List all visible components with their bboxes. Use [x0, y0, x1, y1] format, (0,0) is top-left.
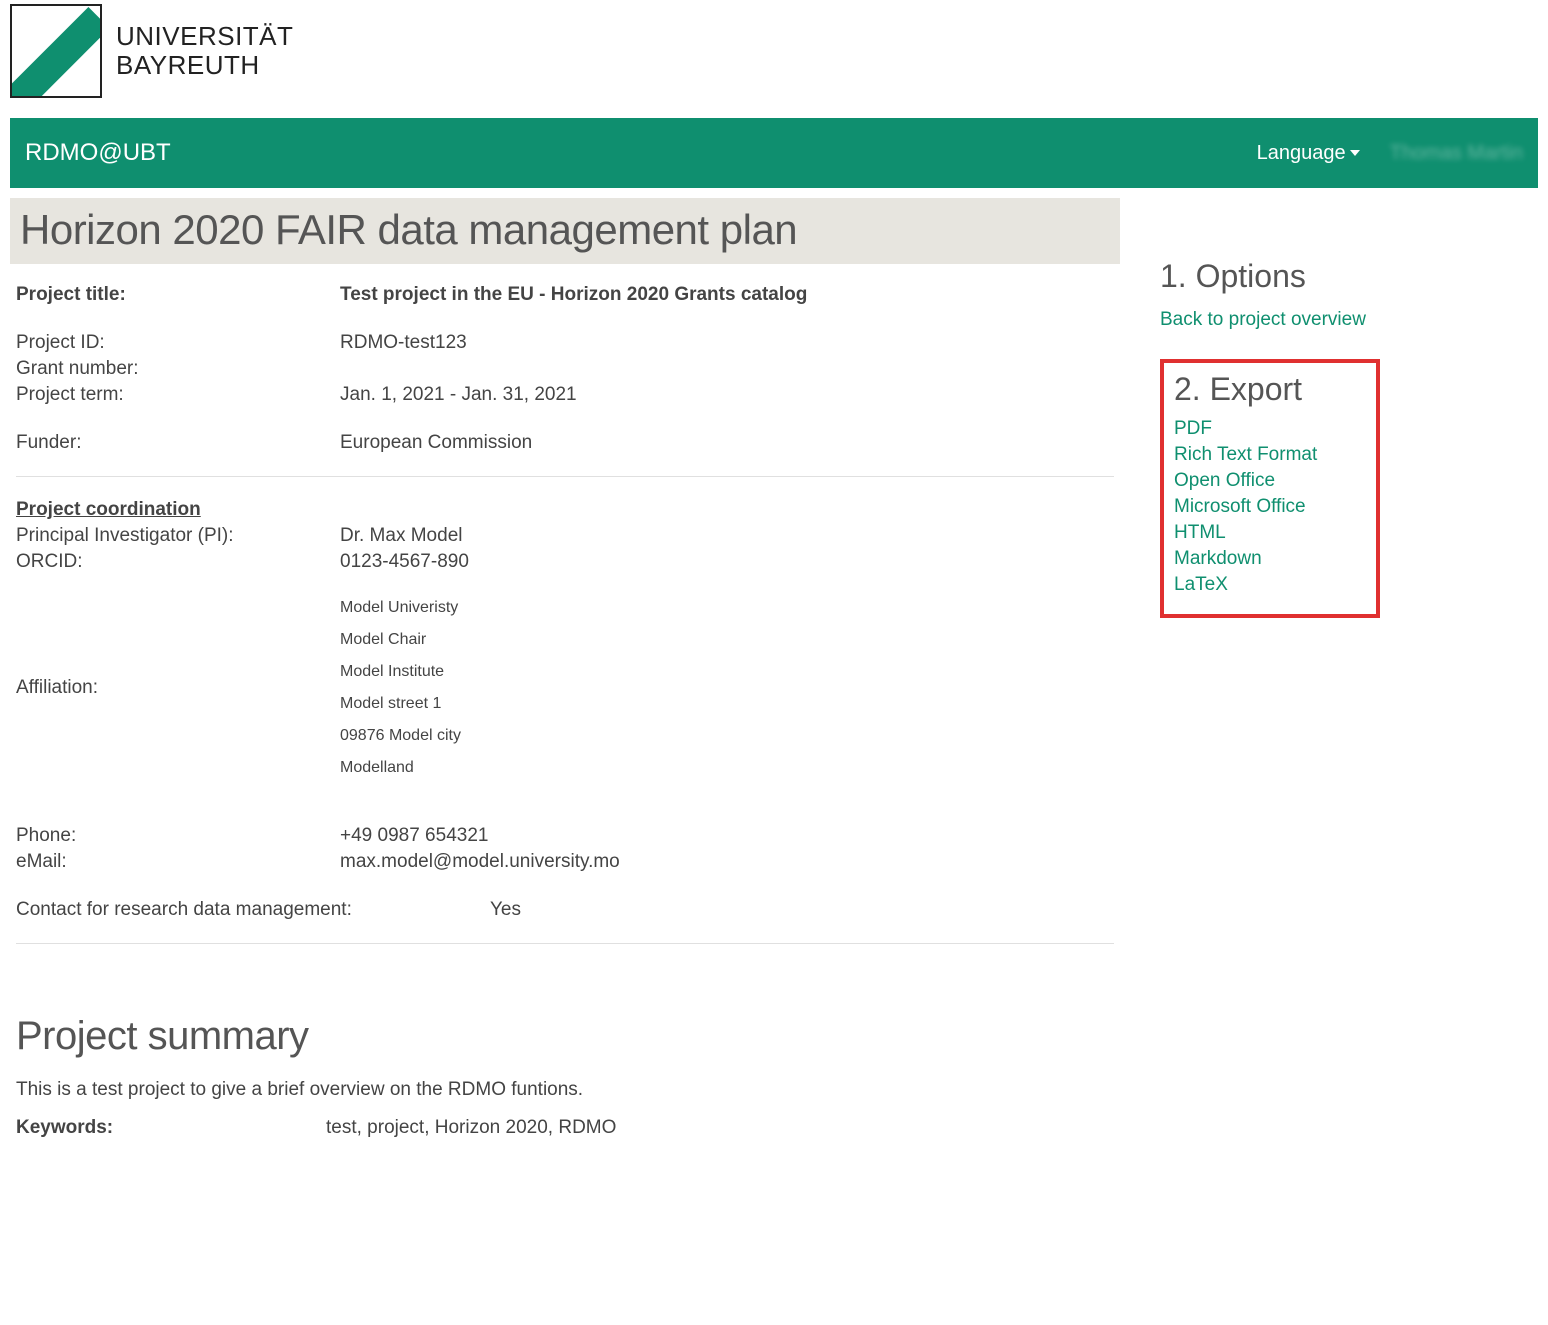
sidebar: 1. Options Back to project overview 2. E…	[1160, 198, 1500, 1139]
field-value: max.model@model.university.mo	[340, 851, 620, 873]
sidebar-export-heading: 2. Export	[1174, 371, 1366, 408]
field-value: Test project in the EU - Horizon 2020 Gr…	[340, 284, 807, 306]
language-label: Language	[1257, 142, 1346, 165]
divider	[16, 943, 1114, 944]
export-box: 2. Export PDF Rich Text Format Open Offi…	[1160, 359, 1380, 618]
field-label: Contact for research data management:	[10, 899, 490, 921]
field-value: 09876 Model city	[340, 727, 461, 745]
divider	[16, 476, 1114, 477]
field-value: European Commission	[340, 432, 532, 454]
summary-heading: Project summary	[16, 1014, 1120, 1059]
export-link-openoffice[interactable]: Open Office	[1174, 470, 1366, 492]
export-link-latex[interactable]: LaTeX	[1174, 574, 1366, 596]
page-title: Horizon 2020 FAIR data management plan	[10, 198, 1120, 264]
field-value: Model Institute	[340, 663, 461, 681]
field-label: eMail:	[10, 851, 340, 873]
field-value: Jan. 1, 2021 - Jan. 31, 2021	[340, 384, 577, 406]
field-value: Modelland	[340, 759, 461, 777]
logo-area: UNIVERSITÄT BAYREUTH	[0, 0, 1548, 118]
main-content: Horizon 2020 FAIR data management plan P…	[10, 198, 1120, 1139]
coordination-meta: Principal Investigator (PI): Dr. Max Mod…	[10, 525, 1120, 921]
field-value: +49 0987 654321	[340, 825, 488, 847]
affiliation-group: Model Univeristy Model Chair Model Insti…	[340, 599, 461, 777]
field-label: Grant number:	[10, 358, 340, 380]
field-label: Project title:	[10, 284, 340, 306]
project-meta: Project title: Test project in the EU - …	[10, 284, 1120, 454]
user-menu[interactable]: Thomas Martin	[1390, 142, 1523, 165]
brand-link[interactable]: RDMO@UBT	[25, 139, 171, 167]
logo-icon	[10, 4, 102, 98]
sidebar-options-heading: 1. Options	[1160, 258, 1500, 295]
export-link-markdown[interactable]: Markdown	[1174, 548, 1366, 570]
navbar: RDMO@UBT Language Thomas Martin	[10, 118, 1538, 188]
field-label: Principal Investigator (PI):	[10, 525, 340, 547]
export-link-rtf[interactable]: Rich Text Format	[1174, 444, 1366, 466]
chevron-down-icon	[1350, 150, 1360, 156]
coordination-heading: Project coordination	[10, 499, 1120, 521]
field-value: 0123-4567-890	[340, 551, 469, 573]
field-value: Dr. Max Model	[340, 525, 462, 547]
field-label: Project term:	[10, 384, 340, 406]
field-label: Affiliation:	[10, 677, 340, 699]
field-value: Model street 1	[340, 695, 461, 713]
summary-body: This is a test project to give a brief o…	[10, 1079, 1120, 1101]
export-link-msoffice[interactable]: Microsoft Office	[1174, 496, 1366, 518]
field-value: RDMO-test123	[340, 332, 467, 354]
language-dropdown[interactable]: Language	[1257, 142, 1360, 165]
field-label: Project ID:	[10, 332, 340, 354]
logo-text: UNIVERSITÄT BAYREUTH	[116, 22, 293, 79]
field-value: Yes	[490, 899, 521, 921]
field-label: ORCID:	[10, 551, 340, 573]
export-link-pdf[interactable]: PDF	[1174, 418, 1366, 440]
field-value: Model Chair	[340, 631, 461, 649]
field-label: Funder:	[10, 432, 340, 454]
export-link-html[interactable]: HTML	[1174, 522, 1366, 544]
field-label: Phone:	[10, 825, 340, 847]
back-to-overview-link[interactable]: Back to project overview	[1160, 309, 1500, 331]
field-value: Model Univeristy	[340, 599, 461, 617]
field-value: test, project, Horizon 2020, RDMO	[326, 1117, 616, 1139]
field-label: Keywords:	[16, 1117, 326, 1139]
